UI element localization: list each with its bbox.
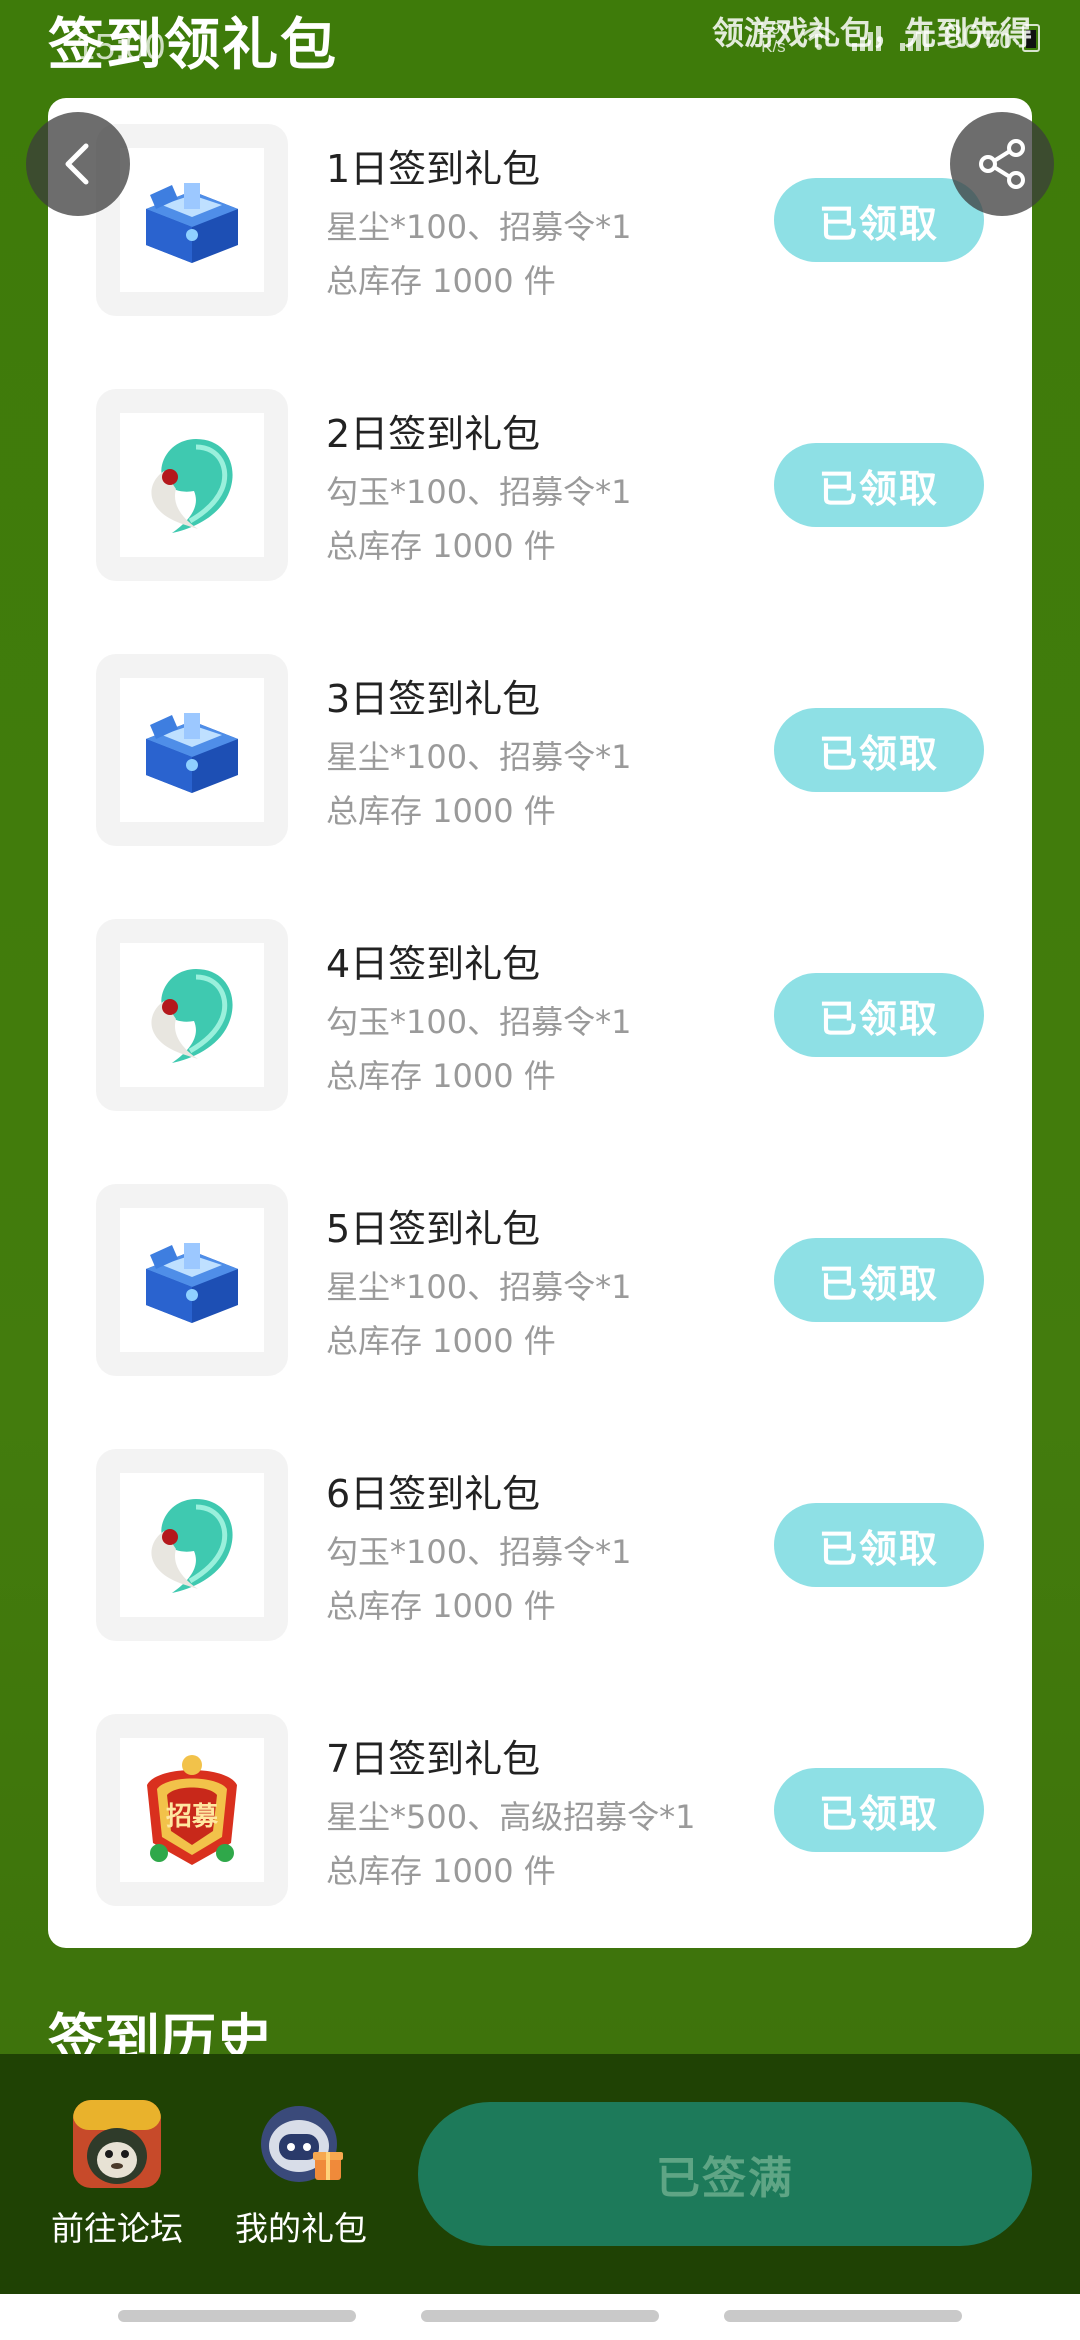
gift-row: 1日签到礼包星尘*100、招募令*1 总库存 1000 件 已领取: [48, 86, 1032, 316]
nav-pill-center[interactable]: [421, 2310, 659, 2322]
gift-stock: 总库存 1000 件: [326, 527, 556, 565]
share-button[interactable]: [950, 112, 1054, 216]
gift-row: 招募 7日签到礼包星尘*500、高级招募令*1 总库存 1000 件 已领取: [48, 1676, 1032, 1906]
my-gifts-label: 我的礼包: [235, 2209, 367, 2248]
gift-content: 星尘*100、招募令*1: [326, 208, 632, 246]
signed-full-button[interactable]: 已签满: [418, 2102, 1032, 2246]
magatama-icon: [120, 413, 264, 557]
gift-content: 勾玉*100、招募令*1: [326, 1003, 632, 1041]
gift-name: 4日签到礼包: [326, 942, 541, 986]
chevron-left-icon: [65, 143, 89, 185]
claimed-button[interactable]: 已领取: [774, 1768, 984, 1852]
claimed-button[interactable]: 已领取: [774, 973, 984, 1057]
claimed-button[interactable]: 已领取: [774, 443, 984, 527]
gift-stock: 总库存 1000 件: [326, 1322, 556, 1360]
gift-row: 2日签到礼包勾玉*100、招募令*1 总库存 1000 件 已领取: [48, 351, 1032, 581]
magatama-icon: [120, 1473, 264, 1617]
share-icon: [979, 139, 1025, 189]
nav-pill-right[interactable]: [724, 2310, 962, 2322]
page-slogan: 领游戏礼包，先到先得: [711, 14, 1032, 52]
star-dust-chest-icon: [120, 148, 264, 292]
gift-icon-box: 招募: [96, 1714, 288, 1906]
star-dust-chest-icon: [120, 1208, 264, 1352]
advanced-recruit-badge-icon: 招募: [120, 1738, 264, 1882]
gift-stock: 总库存 1000 件: [326, 1852, 556, 1890]
forum-game-icon: [73, 2100, 161, 2188]
claimed-button[interactable]: 已领取: [774, 1503, 984, 1587]
claimed-button[interactable]: 已领取: [774, 708, 984, 792]
forum-label: 前往论坛: [51, 2209, 183, 2248]
my-gifts-entry[interactable]: 我的礼包: [226, 2100, 376, 2250]
gift-icon-box: [96, 919, 288, 1111]
gift-content: 星尘*100、招募令*1: [326, 1268, 632, 1306]
robot-gift-icon: [257, 2100, 345, 2188]
gift-stock: 总库存 1000 件: [326, 792, 556, 830]
forum-entry[interactable]: 前往论坛: [42, 2100, 192, 2250]
badge-text: 招募: [166, 1802, 219, 1832]
gift-icon-box: [96, 654, 288, 846]
gift-name: 2日签到礼包: [326, 412, 541, 456]
gift-stock: 总库存 1000 件: [326, 262, 556, 300]
gift-name: 6日签到礼包: [326, 1472, 541, 1516]
gift-icon-box: [96, 1184, 288, 1376]
gift-stock: 总库存 1000 件: [326, 1587, 556, 1625]
gift-name: 3日签到礼包: [326, 677, 541, 721]
bottom-action-bar: 前往论坛 我的礼包 已签满: [0, 2054, 1080, 2294]
gift-content: 勾玉*100、招募令*1: [326, 1533, 632, 1571]
claimed-button[interactable]: 已领取: [774, 178, 984, 262]
nav-pill-left[interactable]: [118, 2310, 356, 2322]
navigation-indicators: [0, 2294, 1080, 2340]
gift-icon-box: [96, 1449, 288, 1641]
gift-row: 5日签到礼包星尘*100、招募令*1 总库存 1000 件 已领取: [48, 1146, 1032, 1376]
gift-name: 7日签到礼包: [326, 1737, 541, 1781]
gift-content: 星尘*500、高级招募令*1: [326, 1798, 696, 1836]
gift-content: 星尘*100、招募令*1: [326, 738, 632, 776]
gift-name: 5日签到礼包: [326, 1207, 541, 1251]
gift-content: 勾玉*100、招募令*1: [326, 473, 632, 511]
gift-name: 1日签到礼包: [326, 147, 541, 191]
gift-row: 4日签到礼包勾玉*100、招募令*1 总库存 1000 件 已领取: [48, 881, 1032, 1111]
gift-row: 6日签到礼包勾玉*100、招募令*1 总库存 1000 件 已领取: [48, 1411, 1032, 1641]
gift-icon-box: [96, 389, 288, 581]
gift-list-card: 1日签到礼包 星尘*100、招募令*1 总库存 1000 件已领取 2日签到礼包 勾玉*…: [48, 98, 1032, 1948]
gift-stock: 总库存 1000 件: [326, 1057, 556, 1095]
star-dust-chest-icon: [120, 678, 264, 822]
page-title: 签到领礼包: [48, 13, 338, 78]
claimed-button[interactable]: 已领取: [774, 1238, 984, 1322]
gift-row: 3日签到礼包星尘*100、招募令*1 总库存 1000 件 已领取: [48, 616, 1032, 846]
magatama-icon: [120, 943, 264, 1087]
back-button[interactable]: [26, 112, 130, 216]
